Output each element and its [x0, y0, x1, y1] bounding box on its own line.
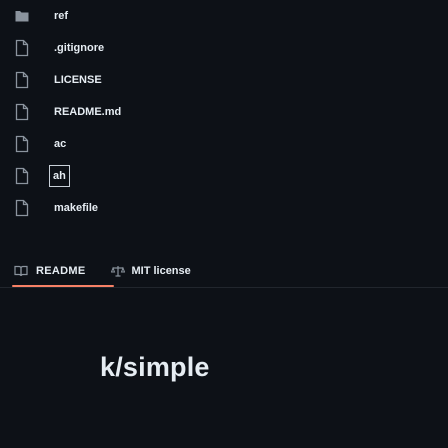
file-row-ac[interactable]: ac	[14, 132, 66, 156]
scale-icon	[111, 266, 126, 277]
file-row-license[interactable]: LICENSE	[14, 68, 102, 92]
file-row-ref[interactable]: ref	[14, 4, 68, 28]
file-icon	[15, 199, 29, 217]
file-name[interactable]: .gitignore	[54, 42, 104, 54]
folder-icon	[15, 11, 29, 22]
file-name[interactable]: LICENSE	[54, 74, 102, 86]
book-icon	[14, 265, 28, 277]
tab-license[interactable]: MIT license	[111, 265, 191, 277]
file-name[interactable]: ref	[54, 10, 68, 22]
tab-license-label: MIT license	[131, 265, 191, 277]
file-icon	[15, 135, 29, 153]
file-icon	[15, 103, 29, 121]
file-row-readme[interactable]: README.md	[14, 100, 121, 124]
readme-header: README MIT license	[14, 260, 191, 282]
file-icon	[15, 167, 29, 185]
file-name[interactable]: ac	[54, 138, 66, 150]
tab-readme-label: README	[36, 265, 86, 277]
file-row-ah[interactable]: ah	[14, 164, 70, 188]
header-divider	[0, 287, 448, 288]
file-name-selected[interactable]: ah	[49, 165, 70, 187]
tab-readme[interactable]: README	[14, 265, 85, 277]
file-name[interactable]: README.md	[54, 106, 121, 118]
file-icon	[15, 39, 29, 57]
file-row-gitignore[interactable]: .gitignore	[14, 36, 104, 60]
file-row-makefile[interactable]: makefile	[14, 196, 98, 220]
file-icon	[15, 71, 29, 89]
readme-title: k/simple	[100, 352, 210, 382]
file-name[interactable]: makefile	[54, 202, 98, 214]
